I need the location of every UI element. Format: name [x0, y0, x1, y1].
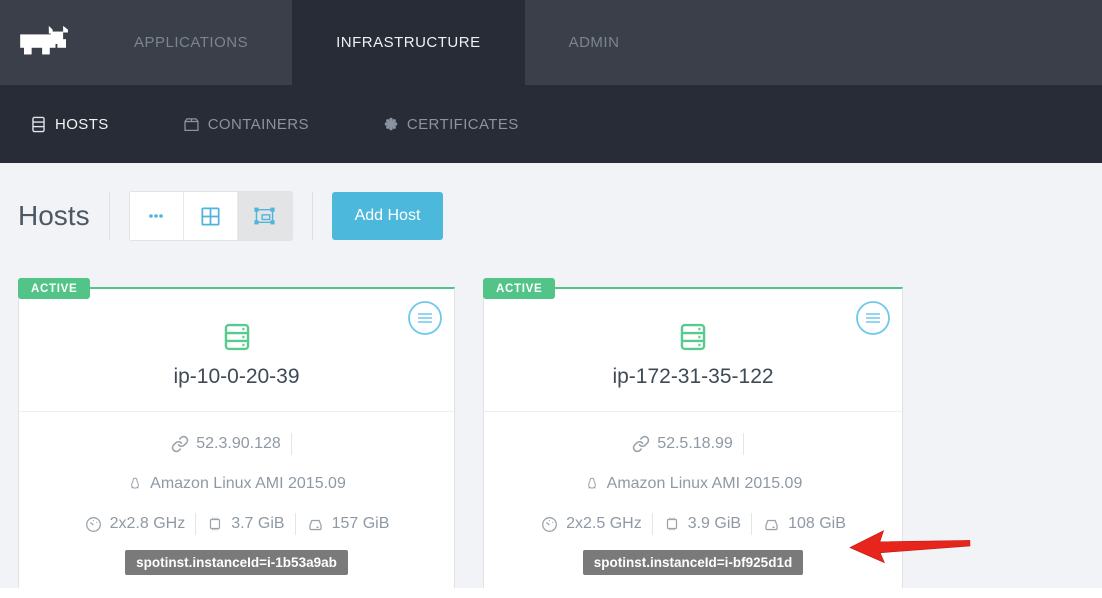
host-ip: 52.3.90.128	[196, 435, 281, 453]
certificates-icon	[383, 116, 399, 132]
server-icon	[220, 320, 254, 354]
machine-view-icon	[253, 206, 276, 226]
host-cpu: 2x2.5 GHz	[566, 515, 642, 533]
tab-admin[interactable]: ADMIN	[525, 0, 664, 85]
host-memory: 3.9 GiB	[688, 515, 741, 533]
cpu-speed-gauge-icon	[84, 515, 103, 534]
subnav-item-hosts[interactable]: HOSTS	[30, 116, 109, 133]
tab-infrastructure-label: INFRASTRUCTURE	[336, 34, 481, 51]
host-cpu: 2x2.8 GHz	[110, 515, 186, 533]
tab-admin-label: ADMIN	[569, 34, 620, 51]
host-os: Amazon Linux AMI 2015.09	[607, 475, 803, 493]
hamburger-menu-icon	[407, 300, 443, 336]
divider	[295, 513, 296, 535]
divider	[652, 513, 653, 535]
host-label-row: spotinst.instanceId=i-bf925d1d	[494, 544, 892, 578]
host-label-badge: spotinst.instanceId=i-bf925d1d	[583, 550, 803, 575]
linux-icon	[127, 475, 143, 493]
infrastructure-subnav: HOSTS CONTAINERS CERTIFICATES	[0, 85, 1102, 163]
rancher-cow-icon	[16, 22, 74, 64]
tab-applications[interactable]: APPLICATIONS	[90, 0, 292, 85]
host-name[interactable]: ip-10-0-20-39	[29, 365, 444, 389]
subnav-hosts-label: HOSTS	[55, 116, 109, 133]
host-name[interactable]: ip-172-31-35-122	[494, 365, 892, 389]
link-icon	[171, 435, 189, 453]
grid-view-icon	[200, 206, 221, 227]
host-details: 52.5.18.99 Amazon Linux AMI 2015.09	[484, 412, 902, 578]
host-label-row: spotinst.instanceId=i-1b53a9ab	[29, 544, 444, 578]
host-label-badge: spotinst.instanceId=i-1b53a9ab	[125, 550, 348, 575]
host-os-row: Amazon Linux AMI 2015.09	[29, 464, 444, 504]
host-disk: 108 GiB	[788, 515, 846, 533]
divider	[109, 192, 110, 240]
subnav-certificates-label: CERTIFICATES	[407, 116, 519, 133]
hosts-icon	[30, 116, 47, 133]
host-specs-row: 2x2.5 GHz 3.9 GiB	[494, 504, 892, 544]
host-card-header: ip-172-31-35-122	[484, 289, 902, 411]
page-title: Hosts	[18, 200, 90, 232]
host-ip: 52.5.18.99	[657, 435, 733, 453]
link-icon	[632, 435, 650, 453]
top-navbar: APPLICATIONS INFRASTRUCTURE ADMIN	[0, 0, 1102, 85]
host-disk: 157 GiB	[332, 515, 390, 533]
grid-view-button[interactable]	[184, 192, 238, 240]
divider	[291, 433, 292, 455]
linux-icon	[584, 475, 600, 493]
tab-infrastructure[interactable]: INFRASTRUCTURE	[292, 0, 525, 85]
divider	[743, 433, 744, 455]
add-host-button[interactable]: Add Host	[332, 192, 444, 240]
host-specs-row: 2x2.8 GHz 3.7 GiB	[29, 504, 444, 544]
memory-chip-icon	[663, 515, 681, 533]
status-badge: ACTIVE	[18, 278, 90, 299]
tab-applications-label: APPLICATIONS	[134, 34, 248, 51]
cpu-speed-gauge-icon	[540, 515, 559, 534]
divider	[312, 192, 313, 240]
memory-chip-icon	[206, 515, 224, 533]
subnav-containers-label: CONTAINERS	[208, 116, 309, 133]
red-annotation-arrow	[847, 528, 973, 571]
screenshot-bottom-margin	[0, 588, 1102, 598]
host-os-row: Amazon Linux AMI 2015.09	[494, 464, 892, 504]
subnav-item-containers[interactable]: CONTAINERS	[183, 116, 309, 133]
subnav-item-certificates[interactable]: CERTIFICATES	[383, 116, 519, 133]
host-details: 52.3.90.128 Amazon Linux AMI 2015.09	[19, 412, 454, 578]
divider	[751, 513, 752, 535]
host-os: Amazon Linux AMI 2015.09	[150, 475, 346, 493]
page-header: Hosts	[18, 191, 1102, 241]
divider	[195, 513, 196, 535]
machine-view-button[interactable]	[238, 192, 292, 240]
host-ip-row: 52.3.90.128	[29, 424, 444, 464]
containers-icon	[183, 116, 200, 133]
list-view-button[interactable]	[130, 192, 184, 240]
host-menu-button[interactable]	[407, 300, 443, 336]
disk-icon	[762, 515, 781, 534]
rancher-logo[interactable]	[0, 0, 90, 85]
disk-icon	[306, 515, 325, 534]
host-card: ACTIVE	[18, 287, 455, 598]
view-toggle-group	[129, 191, 293, 241]
host-card-header: ip-10-0-20-39	[19, 289, 454, 411]
host-memory: 3.7 GiB	[231, 515, 284, 533]
list-view-icon	[146, 206, 166, 226]
host-menu-button[interactable]	[855, 300, 891, 336]
host-ip-row: 52.5.18.99	[494, 424, 892, 464]
hamburger-menu-icon	[855, 300, 891, 336]
status-badge: ACTIVE	[483, 278, 555, 299]
host-card: ACTIVE	[483, 287, 903, 598]
server-icon	[676, 320, 710, 354]
